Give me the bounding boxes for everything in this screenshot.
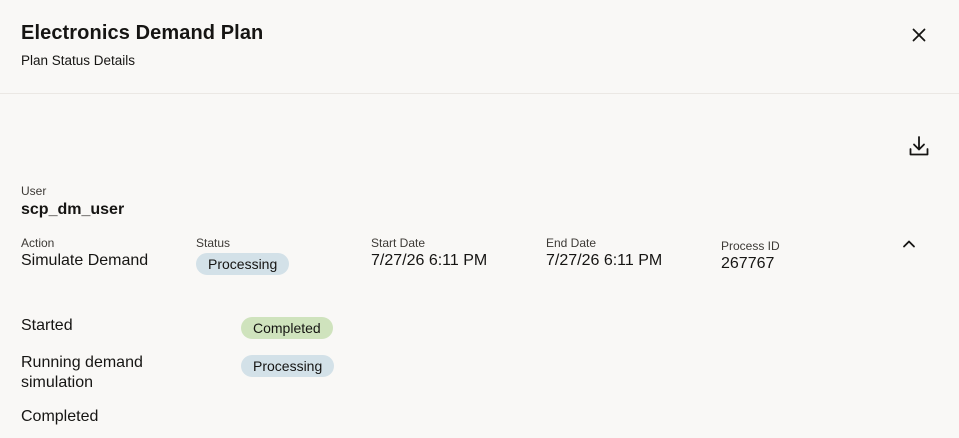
chevron-up-icon	[903, 240, 915, 248]
dialog-header: Electronics Demand Plan Plan Status Deta…	[0, 0, 959, 94]
start-date-label: Start Date	[371, 236, 426, 250]
status-label: Status	[196, 236, 231, 250]
close-icon	[912, 28, 926, 42]
process-id-label: Process ID	[721, 239, 780, 253]
step-label-started: Started	[21, 317, 73, 334]
page-title: Electronics Demand Plan	[21, 22, 264, 44]
process-id-value: 267767	[721, 255, 775, 272]
status-badge: Processing	[196, 253, 290, 275]
download-icon	[909, 136, 929, 156]
user-label: User	[21, 184, 47, 198]
action-label: Action	[21, 236, 55, 250]
action-value: Simulate Demand	[21, 252, 149, 269]
end-date-label: End Date	[546, 236, 597, 250]
download-button[interactable]	[905, 132, 933, 160]
step-status-badge-running-simulation: Processing	[241, 355, 335, 377]
step-label-completed: Completed	[21, 408, 99, 425]
end-date-value: 7/27/26 6:11 PM	[546, 252, 663, 269]
start-date-value: 7/27/26 6:11 PM	[371, 252, 488, 269]
close-button[interactable]	[909, 25, 929, 45]
page-subtitle: Plan Status Details	[21, 53, 136, 68]
step-status-badge-started: Completed	[241, 317, 333, 339]
collapse-button[interactable]	[899, 235, 919, 253]
user-value: scp_dm_user	[21, 201, 125, 218]
step-label-running-simulation: Running demand simulation	[21, 354, 143, 391]
